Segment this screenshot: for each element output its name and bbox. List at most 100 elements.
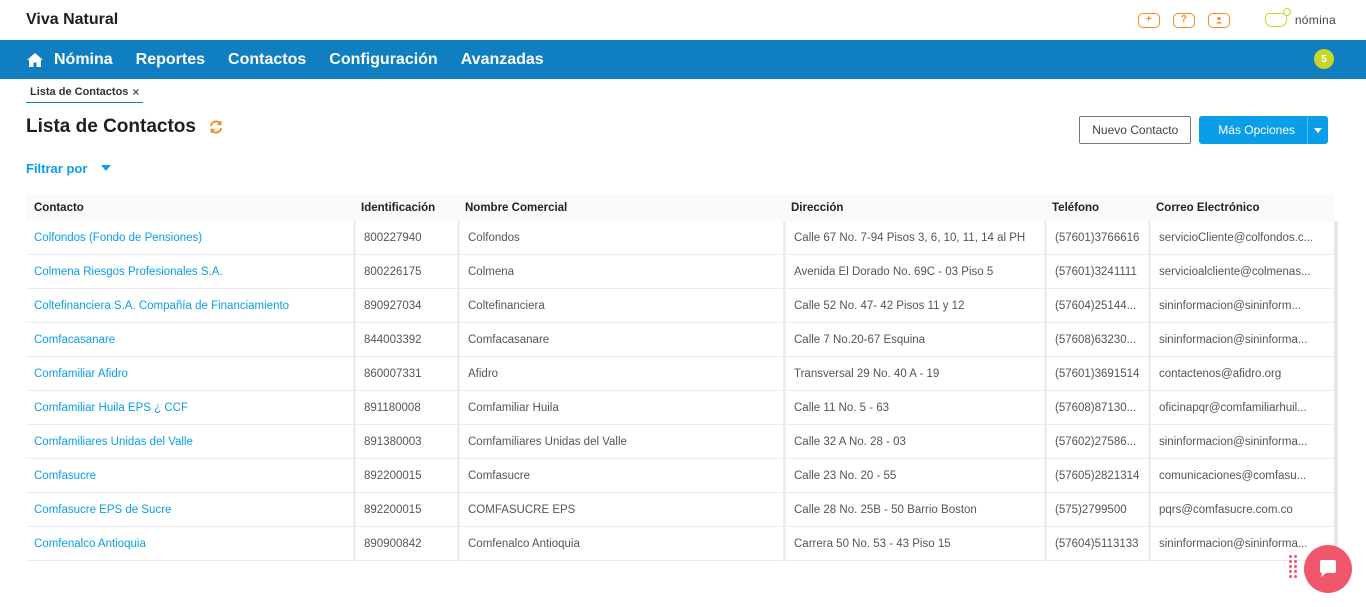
table-cell: sininformacion@sininforma...	[1148, 526, 1324, 561]
table-row[interactable]: Comfacasanare 844003392 Comfacasanare Ca…	[26, 322, 1334, 357]
contact-link[interactable]: Colmena Riesgos Profesionales S.A.	[26, 255, 353, 289]
top-bar: Viva Natural + ? nómina	[0, 0, 1366, 40]
nav-item-avanzadas[interactable]: Avanzadas	[461, 51, 544, 69]
table-row[interactable]: Colfondos (Fondo de Pensiones) 800227940…	[26, 220, 1334, 255]
table-cell: servicioCliente@colfondos.c...	[1148, 220, 1324, 255]
nav-item-label: Nómina	[54, 50, 113, 68]
filter-toggle[interactable]: Filtrar por	[26, 161, 87, 176]
table-scrollbar[interactable]	[1334, 221, 1338, 551]
contact-link[interactable]: Comfamiliar Afidro	[26, 357, 353, 391]
table-cell: (57605)2821314	[1044, 458, 1148, 493]
add-icon[interactable]: +	[1137, 12, 1160, 28]
tab-lista-contactos[interactable]: Lista de Contactos ×	[26, 85, 144, 103]
table-cell: 800227940	[353, 220, 457, 255]
table-cell: (57602)27586...	[1044, 424, 1148, 459]
table-cell: pqrs@comfasucre.com.co	[1148, 492, 1324, 527]
actions: Nuevo Contacto Más Opciones	[1079, 116, 1328, 144]
brand-text: nómina	[1294, 13, 1336, 27]
table-cell: (57608)63230...	[1044, 322, 1148, 357]
table-cell: sininformacion@sininforma...	[1148, 322, 1324, 357]
help-icon[interactable]: ?	[1172, 12, 1195, 28]
contact-link[interactable]: Comfacasanare	[26, 323, 353, 357]
top-icons: + ? nómina	[1137, 8, 1336, 28]
title-bar: Lista de Contactos Nuevo Contacto Más Op…	[0, 103, 1366, 151]
table-cell: Transversal 29 No. 40 A - 19	[783, 356, 1044, 391]
column-header[interactable]: Nombre Comercial	[457, 202, 783, 214]
table-cell: Comfamiliar Huila	[457, 390, 783, 425]
brand-logo-icon	[1264, 8, 1291, 27]
chevron-down-icon	[1314, 127, 1322, 133]
contact-link[interactable]: Colfondos (Fondo de Pensiones)	[26, 221, 353, 255]
chat-button[interactable]	[1304, 545, 1352, 593]
table-cell: oficinapqr@comfamiliarhuil...	[1148, 390, 1324, 425]
close-icon[interactable]: ×	[132, 85, 139, 99]
company-name: Viva Natural	[26, 11, 119, 28]
column-header[interactable]: Contacto	[26, 202, 353, 214]
table-cell: Colmena	[457, 254, 783, 289]
nav-item-configuracion[interactable]: Configuración	[329, 51, 437, 69]
table-row[interactable]: Comfasucre 892200015 Comfasucre Calle 23…	[26, 458, 1334, 493]
column-header[interactable]: Dirección	[783, 202, 1044, 214]
table-cell: 800226175	[353, 254, 457, 289]
table-cell: Colfondos	[457, 220, 783, 255]
table-cell: 844003392	[353, 322, 457, 357]
table-cell: contactenos@afidro.org	[1148, 356, 1324, 391]
table-cell: (57601)3691514	[1044, 356, 1148, 391]
table-cell: 891180008	[353, 390, 457, 425]
new-contact-button[interactable]: Nuevo Contacto	[1079, 116, 1192, 144]
contact-link[interactable]: Coltefinanciera S.A. Compañía de Financi…	[26, 289, 353, 323]
table-cell: sininformacion@sininform...	[1148, 288, 1324, 323]
table-cell: 860007331	[353, 356, 457, 391]
table-cell: 891380003	[353, 424, 457, 459]
main-nav: Nómina Reportes Contactos Configuración …	[0, 40, 1366, 79]
table-cell: (57601)3766616	[1044, 220, 1148, 255]
table-row[interactable]: Comfasucre EPS de Sucre 892200015 COMFAS…	[26, 492, 1334, 527]
table-row[interactable]: Comfenalco Antioquia 890900842 Comfenalc…	[26, 526, 1334, 561]
table-cell: Calle 7 No.20-67 Esquina	[783, 322, 1044, 357]
nav-item-reportes[interactable]: Reportes	[136, 51, 205, 69]
table-row[interactable]: Comfamiliar Huila EPS ¿ CCF 891180008 Co…	[26, 390, 1334, 425]
contact-link[interactable]: Comfasucre EPS de Sucre	[26, 493, 353, 527]
user-icon[interactable]	[1207, 12, 1230, 28]
refresh-icon[interactable]	[208, 119, 224, 135]
filter-bar: Filtrar por	[0, 151, 1366, 185]
table-cell: comunicaciones@comfasu...	[1148, 458, 1324, 493]
brand: nómina	[1264, 8, 1336, 27]
table-cell: (57604)5113133	[1044, 526, 1148, 561]
page-title: Lista de Contactos	[26, 116, 196, 137]
more-options-button[interactable]: Más Opciones	[1199, 116, 1308, 144]
table-cell: (57608)87130...	[1044, 390, 1148, 425]
column-header[interactable]: Correo Electrónico	[1148, 202, 1324, 214]
table-cell: Calle 23 No. 20 - 55	[783, 458, 1044, 493]
contact-link[interactable]: Comfamiliar Huila EPS ¿ CCF	[26, 391, 353, 425]
table-row[interactable]: Coltefinanciera S.A. Compañía de Financi…	[26, 288, 1334, 323]
chevron-down-icon[interactable]	[101, 165, 112, 171]
notification-badge[interactable]: 5	[1314, 49, 1334, 69]
table-row[interactable]: Colmena Riesgos Profesionales S.A. 80022…	[26, 254, 1334, 289]
table-cell: Comfenalco Antioquia	[457, 526, 783, 561]
nav-item-contactos[interactable]: Contactos	[228, 51, 306, 69]
table-cell: Avenida El Dorado No. 69C - 03 Piso 5	[783, 254, 1044, 289]
home-icon	[27, 52, 43, 67]
table-cell: Afidro	[457, 356, 783, 391]
column-header[interactable]: Teléfono	[1044, 202, 1148, 214]
column-header[interactable]: Identificación	[353, 202, 457, 214]
table-cell: Calle 11 No. 5 - 63	[783, 390, 1044, 425]
contacts-table: Contacto Identificación Nombre Comercial…	[26, 194, 1338, 561]
contact-link[interactable]: Comfasucre	[26, 459, 353, 493]
more-options-dropdown[interactable]	[1308, 116, 1328, 144]
table-cell: Coltefinanciera	[457, 288, 783, 323]
contact-link[interactable]: Comfamiliares Unidas del Valle	[26, 425, 353, 459]
contact-link[interactable]: Comfenalco Antioquia	[26, 527, 353, 561]
tab-label: Lista de Contactos	[30, 86, 129, 98]
table-cell: 890927034	[353, 288, 457, 323]
table-cell: Comfacasanare	[457, 322, 783, 357]
table-cell: 892200015	[353, 458, 457, 493]
table-row[interactable]: Comfamiliares Unidas del Valle 891380003…	[26, 424, 1334, 459]
table-cell: Calle 32 A No. 28 - 03	[783, 424, 1044, 459]
more-options-split-button: Más Opciones	[1199, 116, 1328, 144]
tab-strip: Lista de Contactos ×	[0, 79, 1366, 103]
table-row[interactable]: Comfamiliar Afidro 860007331 Afidro Tran…	[26, 356, 1334, 391]
drag-handle[interactable]	[1289, 555, 1297, 583]
nav-item-nomina[interactable]: Nómina	[26, 51, 113, 69]
